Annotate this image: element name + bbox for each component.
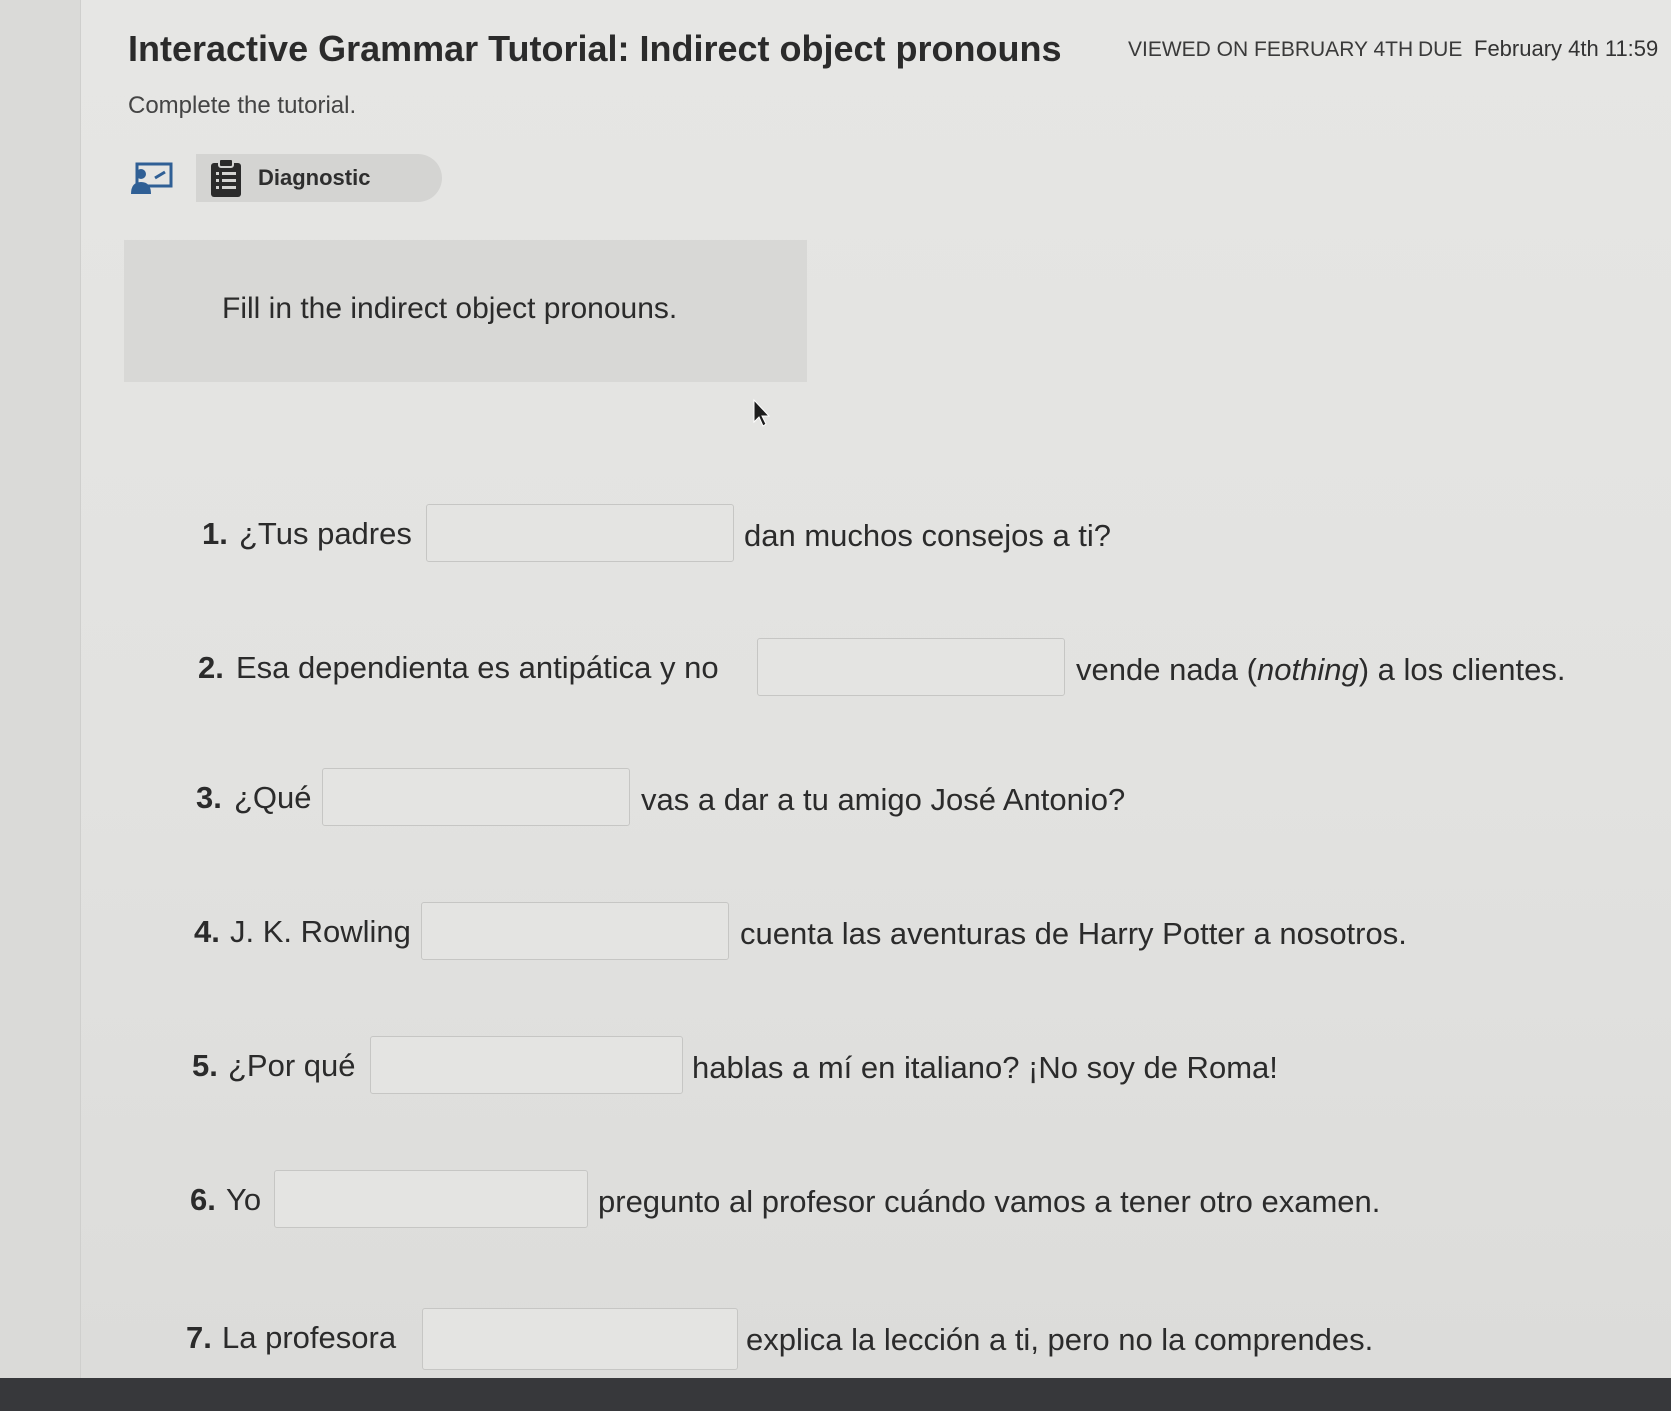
question-text-after: vas a dar a tu amigo José Antonio? [641,782,1126,817]
tab-diagnostic-label: Diagnostic [258,165,371,190]
presentation-button[interactable] [120,154,184,202]
question-text-before: Yo [226,1182,262,1217]
presentation-icon [131,162,173,194]
due-label: DUE [1418,38,1463,61]
header: Interactive Grammar Tutorial: Indirect o… [128,24,1668,84]
answer-input-1[interactable] [426,504,734,562]
answer-input-5[interactable] [370,1036,683,1094]
question-text-before: ¿Por qué [228,1048,356,1083]
question-text-after: hablas a mí en italiano? ¡No soy de Roma… [692,1050,1278,1085]
answer-input-3[interactable] [322,768,630,826]
question-text-before: Esa dependienta es antipática y no [236,650,719,685]
question-4: 4. J. K. Rowling cuenta las aventuras de… [194,902,1494,966]
mouse-cursor-icon [753,398,771,427]
question-text-italic: nothing [1256,652,1359,687]
question-text-after: vende nada (nothing) a los clientes. [1076,652,1565,688]
question-text-after: cuenta las aventuras de Harry Potter a n… [740,916,1407,951]
answer-input-6[interactable] [274,1170,588,1228]
tab-diagnostic[interactable]: Diagnostic [196,154,442,202]
answer-input-2[interactable] [757,638,1065,696]
instructions-text: Complete the tutorial. [128,92,357,119]
clipboard-list-icon [208,158,244,198]
question-number: 7. [186,1320,212,1355]
answer-input-7[interactable] [422,1308,738,1370]
question-text-after: explica la lección a ti, pero no la comp… [746,1322,1374,1357]
question-text-before: La profesora [222,1320,397,1355]
question-2: 2. Esa dependienta es antipática y no ve… [198,638,1598,702]
question-7: 7. La profesora explica la lección a ti,… [186,1308,1486,1372]
question-text-before: ¿Tus padres [239,516,412,551]
question-1: 1. ¿Tus padres dan muchos consejos a ti? [202,504,1162,568]
question-3: 3. ¿Qué vas a dar a tu amigo José Antoni… [196,768,1156,832]
prompt-text: Fill in the indirect object pronouns. [222,292,678,325]
question-text-before: ¿Qué [234,780,312,815]
page-title: Interactive Grammar Tutorial: Indirect o… [128,28,1062,69]
question-text-after: pregunto al profesor cuándo vamos a tene… [598,1184,1381,1219]
question-text-after-start: vende nada ( [1076,652,1257,687]
question-text-after-end: ) a los clientes. [1358,652,1566,687]
question-5: 5. ¿Por qué hablas a mí en italiano? ¡No… [192,1036,1392,1100]
question-number: 6. [190,1182,216,1217]
question-number: 2. [198,650,224,685]
left-sidebar-strip [0,0,81,1378]
prompt-box: Fill in the indirect object pronouns. [124,240,807,382]
question-text-after: dan muchos consejos a ti? [744,518,1112,553]
question-number: 5. [192,1048,218,1083]
due-date: February 4th 11:59 [1474,36,1659,61]
bottom-taskbar [0,1378,1671,1411]
page: Interactive Grammar Tutorial: Indirect o… [0,0,1671,1378]
question-number: 3. [196,780,222,815]
question-6: 6. Yo pregunto al profesor cuándo vamos … [190,1170,1550,1234]
question-number: 1. [202,516,228,551]
answer-input-4[interactable] [421,902,729,960]
question-number: 4. [194,914,220,949]
question-text-before: J. K. Rowling [230,914,411,949]
viewed-status: VIEWED ON FEBRUARY 4TH [1128,38,1414,61]
tutorial-toolbar: Diagnostic [120,154,442,202]
